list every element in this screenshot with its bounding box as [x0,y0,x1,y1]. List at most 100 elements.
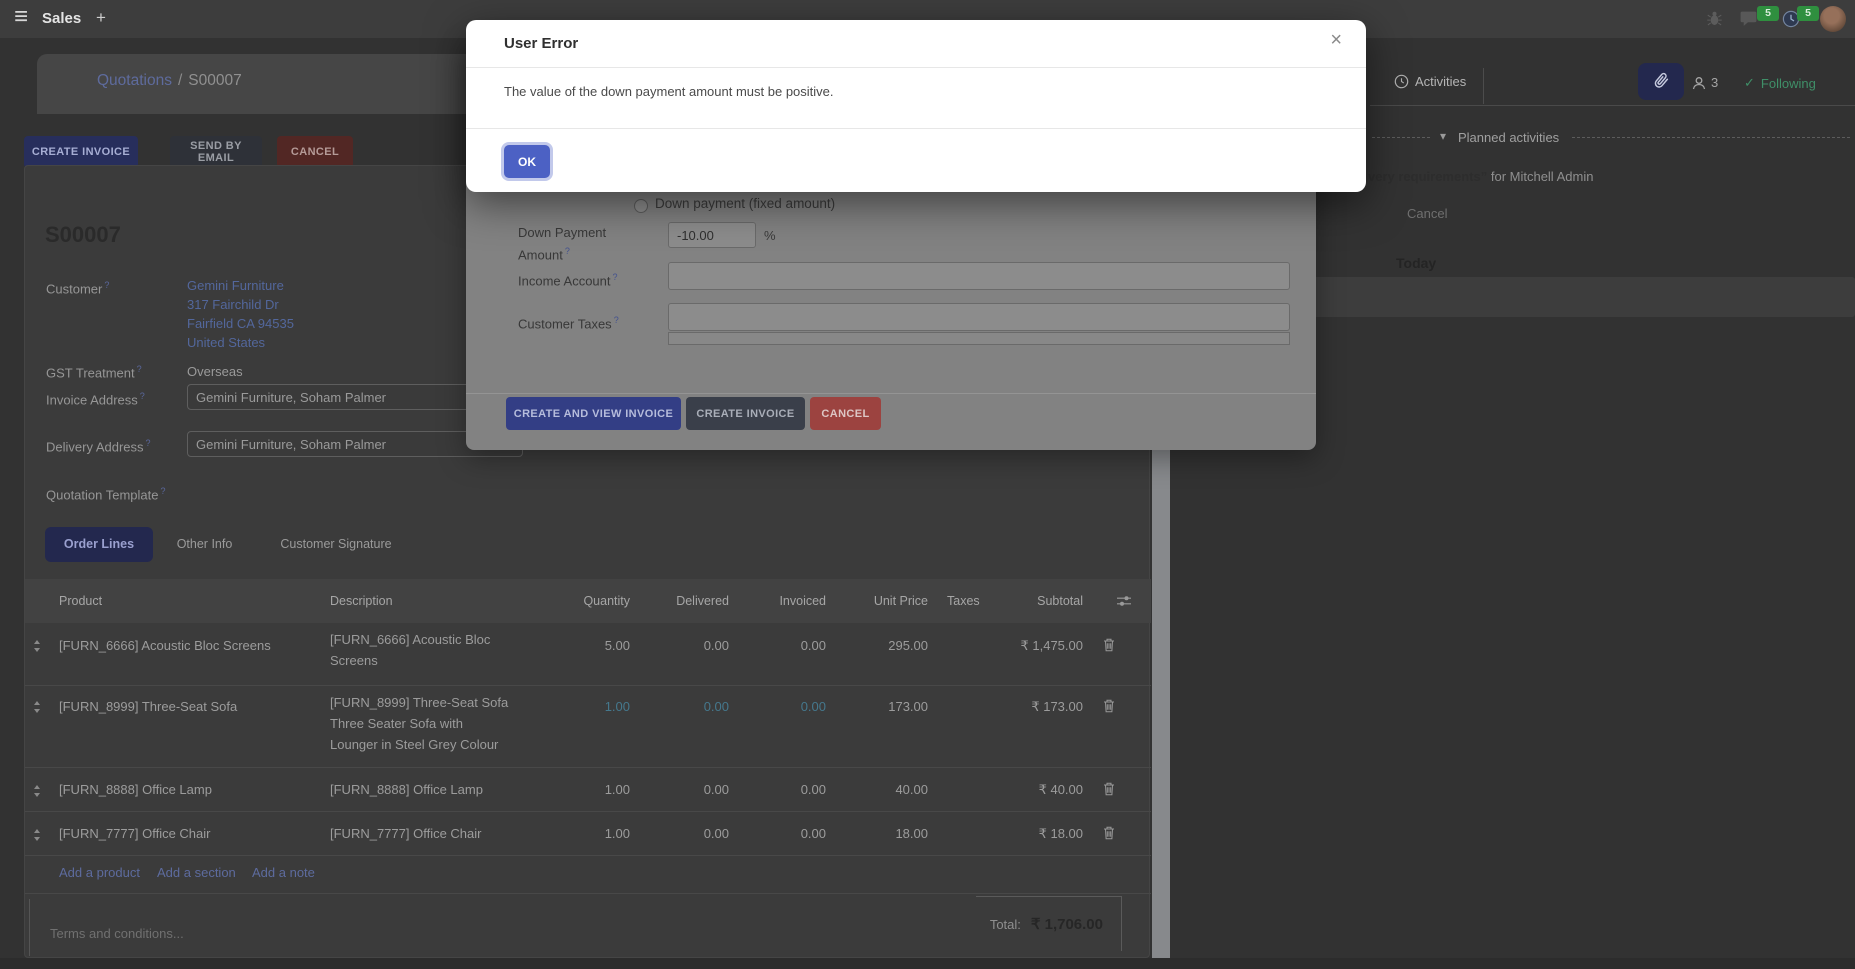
cell-quantity[interactable]: 1.00 [605,699,630,714]
col-invoiced[interactable]: Invoiced [779,594,826,608]
col-delivered[interactable]: Delivered [676,594,729,608]
customer-name-link[interactable]: Gemini Furniture [187,278,284,293]
cell-quantity[interactable]: 1.00 [605,826,630,841]
cell-delivered[interactable]: 0.00 [704,826,729,841]
dashed-line [1372,137,1430,138]
close-icon[interactable]: × [1330,30,1342,50]
breadcrumb-quotations-link[interactable]: Quotations [97,72,172,89]
cell-description[interactable]: [FURN_6666] Acoustic Bloc Screens [330,629,520,671]
tab-activities[interactable]: Activities [1394,74,1466,89]
cell-unit-price[interactable]: 18.00 [895,826,928,841]
attach-files-button[interactable] [1638,63,1684,100]
cell-unit-price[interactable]: 173.00 [888,699,928,714]
cell-unit-price[interactable]: 295.00 [888,638,928,653]
order-line-row[interactable]: [FURN_8888] Office Lamp [FURN_8888] Offi… [25,768,1151,812]
customer-taxes-dropdown-strip [668,332,1290,345]
cell-delivered[interactable]: 0.00 [704,638,729,653]
followers-button[interactable]: 3 [1692,75,1718,90]
planned-activities-header[interactable]: Planned activities [1458,130,1559,145]
activities-badge: 5 [1797,6,1819,21]
down-payment-amount-input[interactable] [668,222,756,248]
fixed-amount-radio-label[interactable]: Down payment (fixed amount) [655,196,835,211]
optional-columns-icon[interactable] [1117,595,1131,610]
cell-unit-price[interactable]: 40.00 [895,782,928,797]
messages-badge: 5 [1757,6,1779,21]
messages-icon[interactable] [1739,10,1758,32]
dialog-create-invoice-button[interactable]: CREATE INVOICE [686,397,805,430]
drag-handle-icon[interactable] [33,700,41,718]
terms-and-conditions-input[interactable] [30,899,530,953]
cell-product[interactable]: [FURN_6666] Acoustic Bloc Screens [59,638,271,653]
delete-line-icon[interactable] [1103,638,1115,657]
fixed-amount-radio[interactable] [634,199,648,213]
delete-line-icon[interactable] [1103,699,1115,718]
tab-other-info[interactable]: Other Info [153,527,256,562]
cancel-order-button[interactable]: CANCEL [277,136,353,168]
gst-treatment-value[interactable]: Overseas [187,364,243,379]
cell-invoiced[interactable]: 0.00 [801,782,826,797]
delete-line-icon[interactable] [1103,782,1115,801]
chatter-divider [1370,105,1855,106]
caret-down-icon[interactable]: ▾ [1440,129,1446,143]
cell-invoiced[interactable]: 0.00 [801,699,826,714]
cell-invoiced[interactable]: 0.00 [801,638,826,653]
total-box: Total: ₹ 1,706.00 [976,896,1122,951]
cell-product[interactable]: [FURN_8999] Three-Seat Sofa [59,699,237,714]
ok-button[interactable]: OK [504,145,550,178]
col-quantity[interactable]: Quantity [583,594,630,608]
total-label: Total: [990,917,1021,932]
order-line-row[interactable]: [FURN_6666] Acoustic Bloc Screens [FURN_… [25,623,1151,686]
activity-cancel-link[interactable]: Cancel [1407,206,1447,221]
delivery-address-label: Delivery Address? [46,438,151,454]
create-invoice-button[interactable]: CREATE INVOICE [24,136,138,168]
customer-street-link[interactable]: 317 Fairchild Dr [187,297,279,312]
col-product[interactable]: Product [59,594,102,608]
customer-country-link[interactable]: United States [187,335,265,350]
cell-invoiced[interactable]: 0.00 [801,826,826,841]
order-lines-header: Product Description Quantity Delivered I… [25,579,1151,623]
create-and-view-invoice-button[interactable]: CREATE AND VIEW INVOICE [506,397,681,430]
followers-count: 3 [1711,75,1718,90]
drag-handle-icon[interactable] [33,828,41,846]
message-row[interactable] [1312,277,1855,317]
drag-handle-icon[interactable] [33,639,41,657]
col-description[interactable]: Description [330,594,393,608]
debug-bug-icon[interactable] [1706,10,1723,32]
dialog-cancel-button[interactable]: CANCEL [810,397,881,430]
bottom-strip [0,958,1855,969]
add-a-section-link[interactable]: Add a section [157,865,236,880]
col-unit-price[interactable]: Unit Price [874,594,928,608]
cell-product[interactable]: [FURN_7777] Office Chair [59,826,211,841]
income-account-input[interactable] [668,262,1290,290]
send-by-email-button[interactable]: SEND BY EMAIL [170,136,262,168]
col-subtotal[interactable]: Subtotal [1037,594,1083,608]
delete-line-icon[interactable] [1103,826,1115,845]
cell-description[interactable]: [FURN_8888] Office Lamp [330,782,483,797]
new-tab-plus-icon[interactable]: + [96,8,106,28]
customer-city-link[interactable]: Fairfield CA 94535 [187,316,294,331]
cell-description[interactable]: [FURN_8999] Three-Seat Sofa Three Seater… [330,692,540,755]
user-avatar[interactable] [1820,6,1846,32]
cell-description[interactable]: [FURN_7777] Office Chair [330,826,482,841]
income-account-label: Income Account? [518,268,618,290]
add-a-note-link[interactable]: Add a note [252,865,315,880]
customer-taxes-input[interactable] [668,303,1290,331]
order-line-row[interactable]: [FURN_7777] Office Chair [FURN_7777] Off… [25,812,1151,856]
order-line-row[interactable]: [FURN_8999] Three-Seat Sofa [FURN_8999] … [25,686,1151,768]
cell-delivered[interactable]: 0.00 [704,782,729,797]
cell-quantity[interactable]: 5.00 [605,638,630,653]
breadcrumb-current-record: S00007 [188,72,241,89]
add-a-product-link[interactable]: Add a product [59,865,140,880]
apps-menu-icon[interactable]: ≡ [14,3,28,31]
cell-product[interactable]: [FURN_8888] Office Lamp [59,782,212,797]
drag-handle-icon[interactable] [33,784,41,802]
tab-customer-signature[interactable]: Customer Signature [256,527,416,562]
following-button[interactable]: ✓ Following [1744,75,1816,91]
app-name[interactable]: Sales [42,10,81,27]
cell-delivered[interactable]: 0.00 [704,699,729,714]
quotation-number: S00007 [45,222,121,248]
cell-quantity[interactable]: 1.00 [605,782,630,797]
cell-subtotal: ₹ 173.00 [1031,699,1083,715]
col-taxes[interactable]: Taxes [947,594,980,608]
tab-order-lines[interactable]: Order Lines [45,527,153,562]
